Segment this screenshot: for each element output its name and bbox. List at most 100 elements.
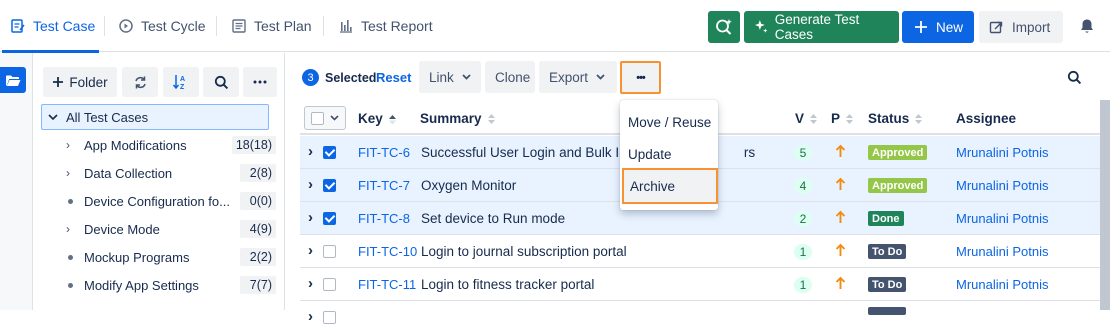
column-summary[interactable]: Summary xyxy=(420,111,496,126)
clone-button[interactable]: Clone xyxy=(485,61,535,93)
test-case-key[interactable]: FIT-TC-6 xyxy=(358,145,410,160)
row-checkbox[interactable] xyxy=(323,311,336,324)
new-button[interactable]: New xyxy=(902,11,974,43)
left-rail xyxy=(0,53,33,310)
test-case-summary: Login to fitness tracker portal xyxy=(421,277,595,292)
bullet-icon xyxy=(66,198,82,204)
reset-link[interactable]: Reset xyxy=(376,70,411,85)
search-icon[interactable] xyxy=(1067,70,1082,85)
table-row[interactable]: › xyxy=(300,301,1100,334)
export-button[interactable]: Export xyxy=(539,61,617,93)
chevron-down-icon xyxy=(48,113,58,120)
row-checkbox[interactable] xyxy=(323,179,336,192)
test-case-summary: Login to journal subscription portal xyxy=(421,244,627,259)
row-checkbox[interactable] xyxy=(323,245,336,258)
menu-item-update[interactable]: Update xyxy=(620,138,718,170)
chevron-right-icon[interactable]: › xyxy=(66,138,82,152)
expand-chevron-icon[interactable]: › xyxy=(308,275,313,292)
folder-count: 4(9) xyxy=(240,220,276,238)
expand-chevron-icon[interactable]: › xyxy=(308,176,313,193)
refresh-button[interactable] xyxy=(122,67,158,97)
folder-more-button[interactable] xyxy=(243,67,277,97)
sort-az-button[interactable]: AZ xyxy=(163,67,199,97)
chevron-right-icon[interactable]: › xyxy=(66,166,82,180)
row-checkbox[interactable] xyxy=(323,212,336,225)
generate-label: Generate Test Cases xyxy=(774,12,860,42)
tree-item[interactable]: › App Modifications 18(18) xyxy=(66,132,276,158)
more-actions-button[interactable]: ••• xyxy=(620,61,661,94)
menu-item-move-reuse[interactable]: Move / Reuse xyxy=(620,106,718,138)
bullet-icon xyxy=(66,254,82,260)
folder-name: App Modifications xyxy=(84,137,187,153)
version-badge: 1 xyxy=(794,244,812,260)
test-case-key[interactable]: FIT-TC-8 xyxy=(358,211,410,226)
column-priority[interactable]: P xyxy=(831,111,854,126)
menu-item-label: Update xyxy=(628,146,672,162)
chevron-down-icon xyxy=(462,74,471,80)
tab-test-plan[interactable]: Test Plan xyxy=(231,0,312,52)
tab-test-cycle[interactable]: Test Cycle xyxy=(118,0,206,52)
row-checkbox[interactable] xyxy=(323,146,336,159)
ai-assistant-button[interactable] xyxy=(708,11,740,43)
menu-item-archive[interactable]: Archive xyxy=(622,168,718,204)
expand-chevron-icon[interactable]: › xyxy=(308,143,313,160)
assignee-link[interactable]: Mrunalini Potnis xyxy=(956,277,1049,292)
divider xyxy=(216,16,217,36)
assignee-link[interactable]: Mrunalini Potnis xyxy=(956,178,1049,193)
test-case-key[interactable]: FIT-TC-11 xyxy=(358,277,416,292)
expand-chevron-icon[interactable]: › xyxy=(308,242,313,259)
tree-item[interactable]: Mockup Programs 2(2) xyxy=(66,244,276,270)
priority-high-icon xyxy=(835,243,846,256)
table-row[interactable]: › FIT-TC-10 Login to journal subscriptio… xyxy=(300,235,1100,268)
folder-name: Data Collection xyxy=(84,165,173,181)
test-case-key[interactable]: FIT-TC-7 xyxy=(358,178,410,193)
chevron-right-icon[interactable]: › xyxy=(66,222,82,236)
expand-chevron-icon[interactable]: › xyxy=(308,209,313,226)
new-label: New xyxy=(936,19,964,35)
import-label: Import xyxy=(1012,19,1051,35)
tree-root-label: All Test Cases xyxy=(66,109,149,125)
sort-icon xyxy=(487,113,495,124)
folder-open-icon xyxy=(6,75,21,86)
tree-item[interactable]: Device Configuration fo... 0(0) xyxy=(66,188,276,214)
divider xyxy=(104,16,105,36)
checkbox[interactable] xyxy=(311,111,324,125)
folder-count: 18(18) xyxy=(231,136,276,154)
plan-icon xyxy=(232,19,246,33)
assignee-link[interactable]: Mrunalini Potnis xyxy=(956,145,1049,160)
column-version[interactable]: V xyxy=(795,111,818,126)
folder-search-button[interactable] xyxy=(203,67,239,97)
test-case-key[interactable]: FIT-TC-10 xyxy=(358,244,417,259)
bell-icon[interactable] xyxy=(1079,18,1095,35)
add-folder-button[interactable]: Folder xyxy=(43,67,117,97)
summary-text-tail: rs xyxy=(743,145,756,160)
column-assignee[interactable]: Assignee xyxy=(956,111,1016,126)
folder-view-button[interactable] xyxy=(0,67,26,93)
search-icon xyxy=(214,75,228,89)
scrollbar[interactable] xyxy=(1100,100,1110,310)
folder-name: Mockup Programs xyxy=(84,249,190,265)
row-checkbox[interactable] xyxy=(323,278,336,291)
link-label: Link xyxy=(429,69,454,85)
priority-high-icon xyxy=(835,177,846,190)
tab-test-report[interactable]: Test Report xyxy=(338,0,433,52)
chevron-down-icon xyxy=(330,115,339,121)
tree-item[interactable]: › Device Mode 4(9) xyxy=(66,216,276,242)
ai-search-icon xyxy=(716,19,732,35)
link-button[interactable]: Link xyxy=(419,61,481,93)
column-key[interactable]: Key xyxy=(358,111,397,126)
import-button[interactable]: Import xyxy=(979,11,1063,43)
table-row[interactable]: › FIT-TC-11 Login to fitness tracker por… xyxy=(300,268,1100,301)
tab-test-case[interactable]: Test Case xyxy=(1,0,100,53)
expand-chevron-icon[interactable]: › xyxy=(308,308,313,325)
select-all-checkbox[interactable] xyxy=(304,106,346,130)
column-status[interactable]: Status xyxy=(868,111,923,126)
assignee-link[interactable]: Mrunalini Potnis xyxy=(956,244,1049,259)
tree-root-all-test-cases[interactable]: All Test Cases xyxy=(41,104,269,130)
tree-item[interactable]: › Data Collection 2(8) xyxy=(66,160,276,186)
cycle-icon xyxy=(119,19,133,33)
import-icon xyxy=(989,21,1003,33)
tree-item[interactable]: Modify App Settings 7(7) xyxy=(66,272,276,298)
generate-test-cases-button[interactable]: Generate Test Cases xyxy=(744,11,899,43)
assignee-link[interactable]: Mrunalini Potnis xyxy=(956,211,1049,226)
